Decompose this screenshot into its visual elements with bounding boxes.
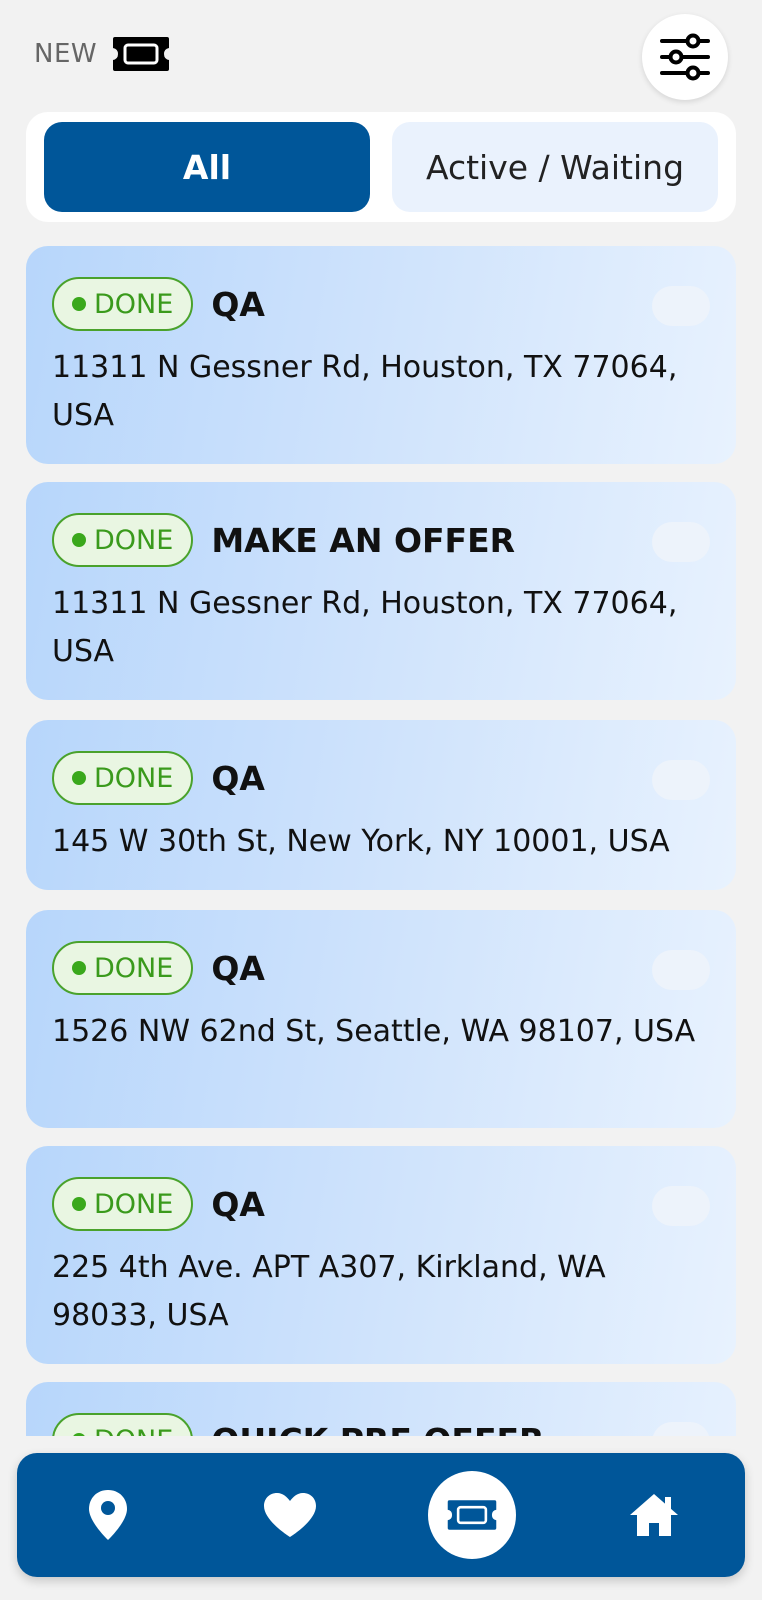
status-dot-icon: [72, 1197, 86, 1211]
nav-requests[interactable]: [422, 1465, 522, 1565]
status-dot-icon: [72, 297, 86, 311]
status-badge: DONE: [52, 1177, 194, 1231]
heart-icon: [264, 1493, 316, 1537]
card-address: 11311 N Gessner Rd, Houston, TX 77064, U…: [52, 350, 678, 433]
card-title: QA: [211, 758, 265, 798]
card-address: 225 4th Ave. APT A307, Kirkland, WA 9803…: [52, 1250, 606, 1333]
map-pin-icon: [89, 1490, 127, 1540]
status-dot-icon: [72, 533, 86, 547]
list-item[interactable]: DONE QA 145 W 30th St, New York, NY 1000…: [26, 720, 736, 890]
tab-all[interactable]: All: [44, 122, 370, 212]
tab-active-waiting[interactable]: Active / Waiting: [392, 122, 718, 212]
status-dot-icon: [72, 961, 86, 975]
card-toggle[interactable]: [652, 950, 710, 990]
header: NEW: [0, 0, 762, 110]
list-item[interactable]: DONE QUICK PRE OFFER: [26, 1382, 736, 1436]
nav-active-circle: [428, 1471, 516, 1559]
status-badge: DONE: [52, 751, 194, 805]
card-toggle[interactable]: [652, 286, 710, 326]
list-item[interactable]: DONE QA 11311 N Gessner Rd, Houston, TX …: [26, 246, 736, 464]
card-title: QA: [211, 948, 265, 988]
sliders-icon: [660, 33, 710, 81]
new-label: NEW: [34, 39, 98, 69]
card-title: QA: [211, 1184, 265, 1224]
card-toggle[interactable]: [652, 522, 710, 562]
card-title: QUICK PRE OFFER: [211, 1421, 544, 1437]
ticket-icon: [447, 1500, 497, 1530]
card-toggle[interactable]: [652, 1186, 710, 1226]
ticket-icon: [113, 37, 170, 71]
list-item[interactable]: DONE QA 225 4th Ave. APT A307, Kirkland,…: [26, 1146, 736, 1364]
card-title: QA: [211, 284, 265, 324]
card-address: 11311 N Gessner Rd, Houston, TX 77064, U…: [52, 586, 678, 669]
new-request[interactable]: NEW: [34, 34, 171, 74]
request-list[interactable]: DONE QA 11311 N Gessner Rd, Houston, TX …: [26, 246, 736, 1436]
card-address: 145 W 30th St, New York, NY 10001, USA: [52, 824, 670, 859]
card-address: 1526 NW 62nd St, Seattle, WA 98107, USA: [52, 1014, 696, 1049]
home-icon: [630, 1494, 678, 1536]
nav-map[interactable]: [58, 1465, 158, 1565]
nav-home[interactable]: [604, 1465, 704, 1565]
status-badge: DONE: [52, 277, 194, 331]
filter-button[interactable]: [642, 14, 728, 100]
list-item[interactable]: DONE QA 1526 NW 62nd St, Seattle, WA 981…: [26, 910, 736, 1128]
filter-tabs: All Active / Waiting: [26, 112, 736, 222]
status-dot-icon: [72, 771, 86, 785]
status-badge: DONE: [52, 513, 194, 567]
status-dot-icon: [72, 1433, 86, 1436]
status-badge: DONE: [52, 941, 194, 995]
card-toggle[interactable]: [652, 760, 710, 800]
bottom-nav: [17, 1453, 745, 1577]
list-item[interactable]: DONE MAKE AN OFFER 11311 N Gessner Rd, H…: [26, 482, 736, 700]
card-title: MAKE AN OFFER: [211, 520, 516, 560]
status-badge: DONE: [52, 1413, 194, 1436]
nav-favorites[interactable]: [240, 1465, 340, 1565]
